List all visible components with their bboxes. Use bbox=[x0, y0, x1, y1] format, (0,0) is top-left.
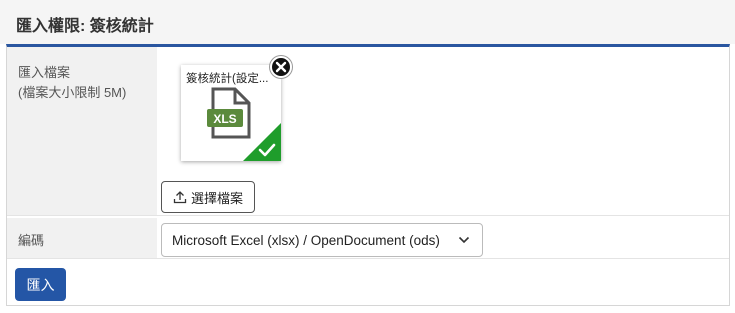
file-name: 簽核統計(設定... bbox=[186, 73, 269, 85]
row-divider bbox=[7, 215, 729, 216]
title-bar: 匯入權限: 簽核統計 bbox=[0, 0, 735, 44]
row-divider bbox=[7, 258, 729, 259]
encoding-label-cell: 編碼 bbox=[7, 218, 157, 258]
upload-icon bbox=[173, 191, 187, 204]
choose-file-label: 選擇檔案 bbox=[190, 190, 243, 206]
encoding-value: Microsoft Excel (xlsx) / OpenDocument (o… bbox=[172, 232, 440, 248]
file-label-cell: 匯入檔案 (檔案大小限制 5M) bbox=[7, 47, 157, 215]
file-label: 匯入檔案 bbox=[18, 65, 71, 80]
close-icon bbox=[275, 61, 287, 73]
file-type-label: XLS bbox=[213, 112, 236, 126]
uploaded-file-card[interactable]: 簽核統計(設定... XLS bbox=[181, 65, 281, 161]
choose-file-button[interactable]: 選擇檔案 bbox=[161, 181, 255, 213]
encoding-select[interactable]: Microsoft Excel (xlsx) / OpenDocument (o… bbox=[161, 223, 483, 257]
import-button[interactable]: 匯入 bbox=[15, 268, 66, 301]
remove-file-button[interactable] bbox=[270, 56, 292, 78]
file-size-hint: (檔案大小限制 5M) bbox=[18, 85, 127, 100]
page-title: 匯入權限: 簽核統計 bbox=[16, 18, 154, 35]
import-form-panel: 匯入檔案 (檔案大小限制 5M) 編碼 簽核統計(設定... XLS 選擇檔案 … bbox=[6, 44, 730, 306]
check-icon bbox=[258, 143, 276, 157]
encoding-label: 編碼 bbox=[18, 233, 45, 248]
chevron-down-icon bbox=[458, 236, 470, 244]
